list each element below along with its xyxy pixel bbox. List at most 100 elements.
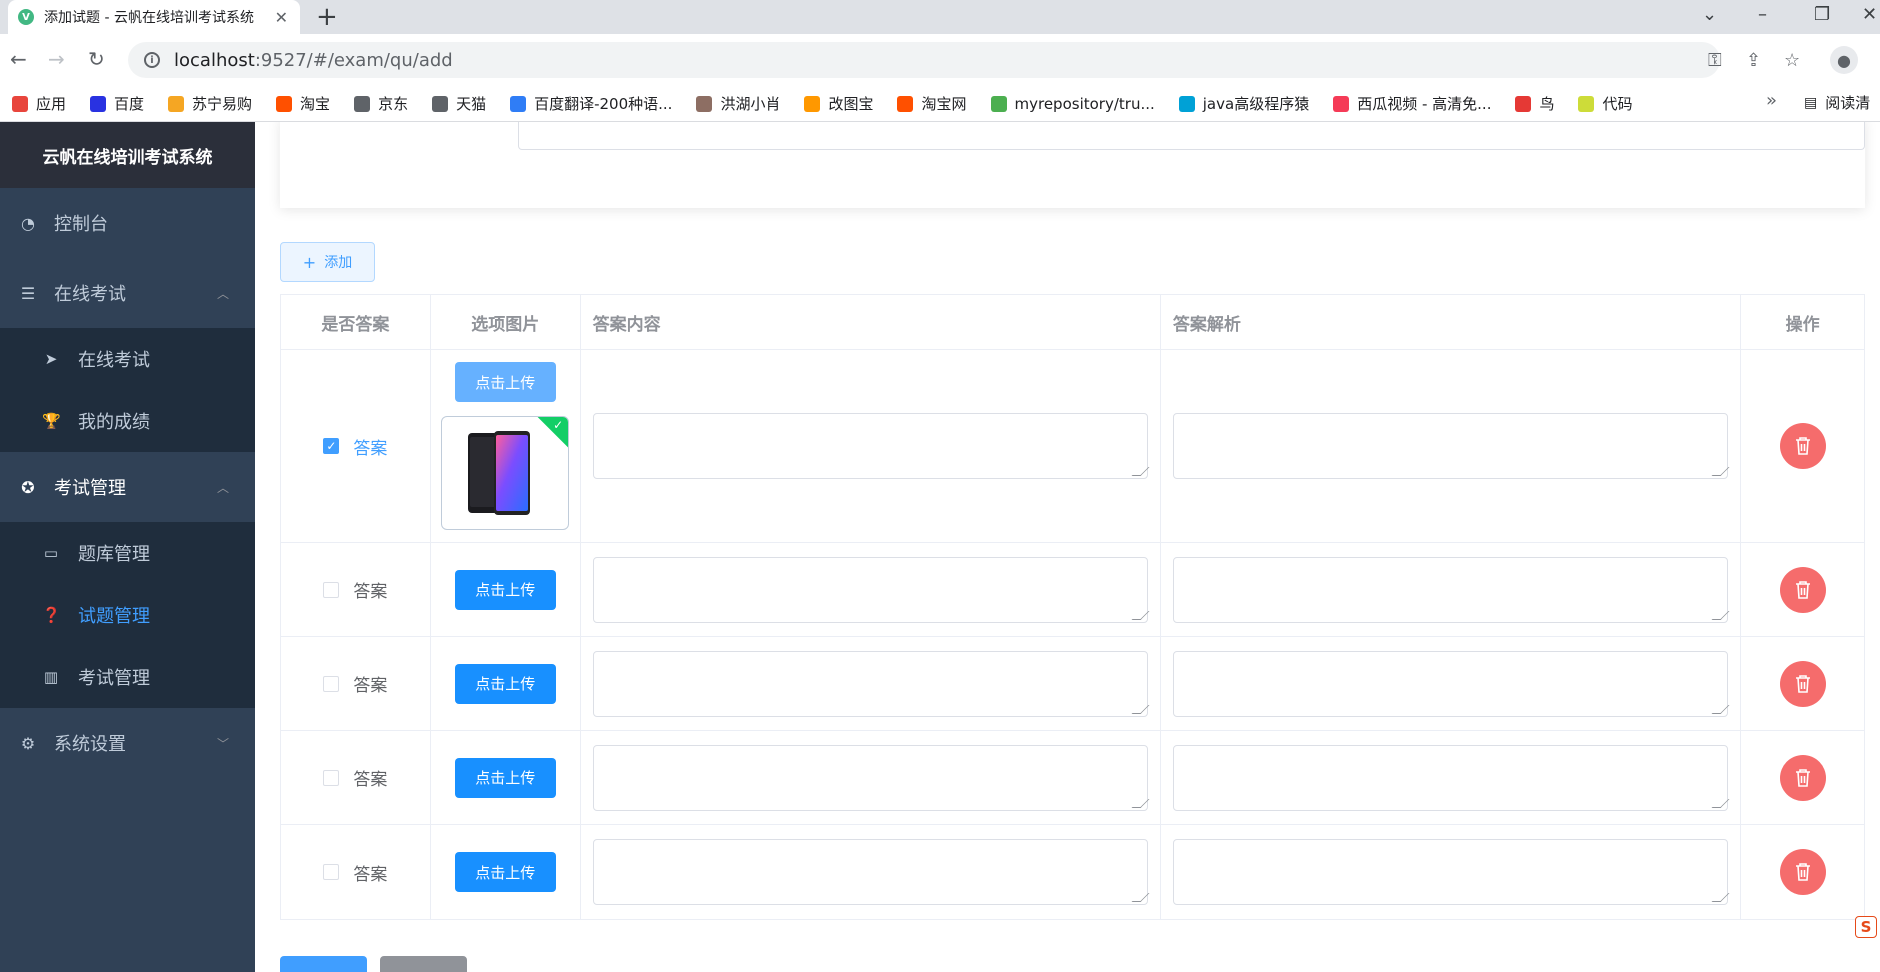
sidebar-item-exam-admin[interactable]: ▥ 考试管理 <box>0 646 255 708</box>
checkbox-checked-icon[interactable]: ✓ <box>323 438 340 454</box>
submenu-online-exam: ➤ 在线考试 🏆 我的成绩 <box>0 328 255 452</box>
forward-icon[interactable]: → <box>48 47 65 71</box>
sogou-input-icon[interactable]: S <box>1855 916 1877 938</box>
answer-analysis-cell <box>1161 543 1742 636</box>
checkbox-unchecked-icon[interactable] <box>323 581 340 598</box>
bookmark-item[interactable]: 洪湖小肖 <box>696 93 780 114</box>
sidebar-item-online-exam[interactable]: ☰ 在线考试 ︿ <box>0 258 255 328</box>
answer-checkbox-cell[interactable]: 答案 <box>281 637 431 730</box>
bookmark-item[interactable]: 苏宁易购 <box>168 93 252 114</box>
bookmark-item[interactable]: myrepository/tru... <box>990 95 1155 113</box>
window-close-icon[interactable]: ✕ <box>1862 4 1877 25</box>
browser-tab-strip: V 添加试题 - 云帆在线培训考试系统 ✕ + ⌄ – ❐ ✕ <box>0 0 1880 34</box>
checkbox-unchecked-icon[interactable] <box>323 864 340 880</box>
answer-content-textarea[interactable] <box>592 839 1148 905</box>
sidebar-item-question-bank[interactable]: ▭ 题库管理 <box>0 522 255 584</box>
reload-icon[interactable]: ↻ <box>88 47 105 71</box>
checkbox-unchecked-icon[interactable] <box>323 769 340 786</box>
monitor-icon: ▭ <box>43 544 59 562</box>
upload-button[interactable]: 点击上传 <box>454 569 556 610</box>
back-icon[interactable]: ← <box>10 47 27 71</box>
answer-analysis-textarea[interactable] <box>1172 650 1729 717</box>
bookmark-item[interactable]: 百度 <box>90 93 144 114</box>
sidebar-item-take-exam[interactable]: ➤ 在线考试 <box>0 328 255 390</box>
header-is-answer: 是否答案 <box>281 295 431 349</box>
delete-button[interactable] <box>1779 660 1826 707</box>
bookmark-item[interactable]: 鸟 <box>1515 93 1554 114</box>
chevron-up-icon: ︿ <box>216 287 229 301</box>
header-answer-content: 答案内容 <box>581 295 1161 349</box>
trophy-icon: 🏆 <box>42 412 61 430</box>
plus-icon: + <box>302 252 317 272</box>
header-actions: 操作 <box>1785 314 1820 335</box>
trash-icon <box>1795 580 1810 599</box>
save-button[interactable] <box>280 956 367 972</box>
answer-content-cell <box>581 350 1161 542</box>
answer-checkbox-cell[interactable]: ✓ 答案 <box>281 350 431 542</box>
actions-cell <box>1741 825 1864 919</box>
upload-button[interactable]: 点击上传 <box>454 852 556 892</box>
table-header: 是否答案 选项图片 答案内容 答案解析 操作 <box>281 295 1864 350</box>
delete-button[interactable] <box>1779 566 1826 613</box>
sidebar-item-dashboard[interactable]: ◔ 控制台 <box>0 188 255 258</box>
answer-analysis-textarea[interactable] <box>1172 556 1729 623</box>
restore-icon[interactable]: ❐ <box>1814 4 1830 25</box>
bookmark-item[interactable]: 天猫 <box>432 93 486 114</box>
new-tab-icon[interactable]: + <box>316 2 338 32</box>
upload-button[interactable]: 点击上传 <box>454 757 556 798</box>
answer-checkbox-cell[interactable]: 答案 <box>281 731 431 824</box>
delete-button[interactable] <box>1779 754 1826 801</box>
answer-content-textarea[interactable] <box>592 413 1148 479</box>
question-textarea[interactable] <box>518 122 1865 150</box>
answer-analysis-textarea[interactable] <box>1172 839 1729 905</box>
answer-content-textarea[interactable] <box>592 556 1148 623</box>
answer-content-textarea[interactable] <box>592 744 1148 811</box>
bookmark-star-icon[interactable]: ☆ <box>1784 50 1800 71</box>
browser-tab[interactable]: V 添加试题 - 云帆在线培训考试系统 ✕ <box>8 0 300 34</box>
share-icon[interactable]: ⇪ <box>1746 50 1761 71</box>
bookmarks-more-icon[interactable]: » <box>1766 90 1777 111</box>
add-option-button[interactable]: + 添加 <box>280 242 375 282</box>
minimize-icon[interactable]: – <box>1758 4 1767 25</box>
table-row: 答案 点击上传 <box>281 637 1864 731</box>
bookmark-favicon-icon <box>354 95 371 112</box>
bookmark-item[interactable]: 百度翻译-200种语... <box>510 93 672 114</box>
gear-icon: ⚙ <box>20 733 36 753</box>
answer-analysis-textarea[interactable] <box>1172 744 1729 811</box>
tab-close-icon[interactable]: ✕ <box>275 8 288 27</box>
answer-analysis-textarea[interactable] <box>1172 413 1729 479</box>
bookmark-item[interactable]: 京东 <box>354 93 408 114</box>
delete-button[interactable] <box>1779 423 1826 469</box>
answer-checkbox-cell[interactable]: 答案 <box>281 543 431 636</box>
back-button[interactable] <box>380 956 467 972</box>
bookmark-item[interactable]: 应用 <box>12 93 66 114</box>
bookmark-favicon-icon <box>276 95 293 112</box>
bookmark-item[interactable]: 淘宝 <box>276 93 330 114</box>
answer-content-cell <box>581 637 1161 730</box>
sidebar-item-system-settings[interactable]: ⚙ 系统设置 ﹀ <box>0 708 255 778</box>
sidebar-item-exam-management[interactable]: ✪ 考试管理 ︿ <box>0 452 255 522</box>
bookmark-item[interactable]: 西瓜视频 - 高清免... <box>1333 93 1491 114</box>
key-icon[interactable]: ⚿ <box>1708 50 1722 71</box>
reading-list-button[interactable]: ▤ 阅读清 <box>1804 92 1870 113</box>
answer-checkbox-cell[interactable]: 答案 <box>281 825 431 919</box>
bookmark-item[interactable]: java高级程序猿 <box>1178 93 1309 114</box>
upload-button[interactable]: 点击上传 <box>454 663 556 704</box>
tab-search-chevron-icon[interactable]: ⌄ <box>1702 4 1717 25</box>
sidebar-item-my-scores[interactable]: 🏆 我的成绩 <box>0 390 255 452</box>
table-row: 答案 点击上传 <box>281 731 1864 825</box>
site-info-icon[interactable]: i <box>144 52 160 68</box>
upload-button[interactable]: 点击上传 <box>454 362 556 402</box>
trash-icon <box>1795 437 1810 455</box>
answer-checkbox-label: 答案 <box>353 438 388 459</box>
checkbox-unchecked-icon[interactable] <box>323 675 340 692</box>
answer-content-textarea[interactable] <box>592 650 1148 717</box>
bookmark-item[interactable]: 淘宝网 <box>897 93 967 114</box>
profile-avatar-icon[interactable]: ● <box>1830 46 1858 74</box>
bookmark-item[interactable]: 改图宝 <box>804 93 873 114</box>
url-omnibox[interactable]: i localhost:9527/#/exam/qu/add ⚿ ⇪ ☆ <box>128 42 1800 78</box>
delete-button[interactable] <box>1779 849 1826 895</box>
option-image-thumbnail[interactable]: ✓ <box>441 416 570 530</box>
sidebar-item-question-management[interactable]: ❓ 试题管理 <box>0 584 255 646</box>
bookmark-item[interactable]: 代码 <box>1578 93 1633 114</box>
